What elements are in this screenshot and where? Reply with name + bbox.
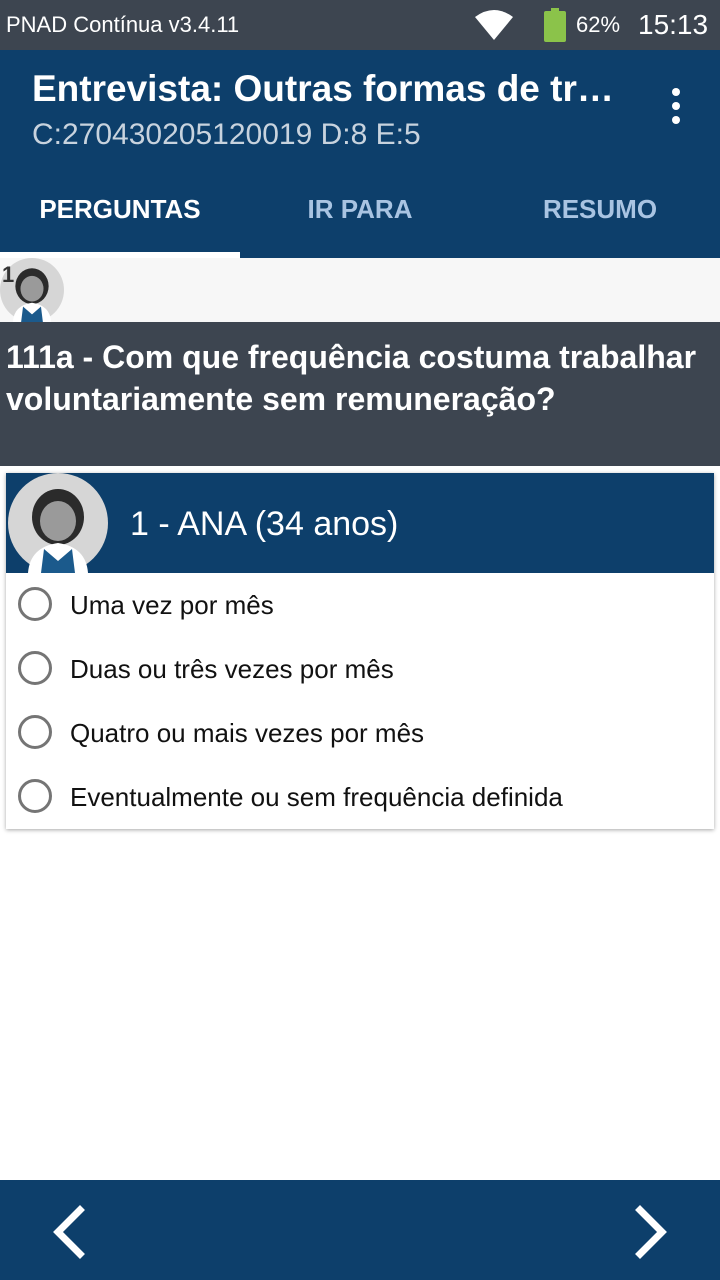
radio-button[interactable] bbox=[18, 715, 52, 749]
respondent-strip: 1 bbox=[0, 258, 720, 322]
status-clock: 15:13 bbox=[638, 9, 709, 40]
battery-percent: 62% bbox=[576, 12, 621, 37]
respondent-header: 1 - ANA (34 anos) bbox=[6, 473, 714, 573]
respondent-number: 1 bbox=[2, 262, 15, 287]
option-duas-ou-tres[interactable]: Duas ou três vezes por mês bbox=[6, 638, 714, 702]
option-label: Uma vez por mês bbox=[70, 590, 274, 620]
previous-chevron-icon[interactable] bbox=[42, 1202, 102, 1262]
answer-card: 1 - ANA (34 anos) Uma vez por mês Duas o… bbox=[6, 473, 714, 829]
next-chevron-icon[interactable] bbox=[618, 1202, 678, 1262]
tab-resumo[interactable]: RESUMO bbox=[480, 160, 720, 258]
radio-button[interactable] bbox=[18, 587, 52, 621]
person-avatar-icon bbox=[8, 473, 108, 573]
tab-ir-para[interactable]: IR PARA bbox=[240, 160, 480, 258]
page-title: Entrevista: Outras formas de tr… bbox=[32, 68, 614, 109]
question-text: 111a - Com que frequência costuma trabal… bbox=[6, 339, 697, 417]
respondent-name: 1 - ANA (34 anos) bbox=[130, 505, 399, 543]
tab-perguntas[interactable]: PERGUNTAS bbox=[0, 160, 240, 258]
battery-icon bbox=[544, 8, 566, 42]
radio-button[interactable] bbox=[18, 779, 52, 813]
option-label: Quatro ou mais vezes por mês bbox=[70, 718, 425, 748]
interview-code: C:270430205120019 D:8 E:5 bbox=[32, 118, 421, 151]
option-label: Eventualmente ou sem frequência definida bbox=[70, 782, 563, 812]
option-label: Duas ou três vezes por mês bbox=[70, 654, 394, 684]
bottom-nav-bar bbox=[0, 1180, 720, 1280]
status-bar: PNAD Contínua v3.4.11 62% 15:13 bbox=[0, 0, 720, 50]
tab-bar: PERGUNTAS IR PARA RESUMO bbox=[0, 160, 720, 258]
option-quatro-ou-mais[interactable]: Quatro ou mais vezes por mês bbox=[6, 702, 714, 766]
wifi-icon bbox=[475, 10, 513, 40]
question-header: 111a - Com que frequência costuma trabal… bbox=[0, 322, 720, 466]
app-bar: Entrevista: Outras formas de tr… C:27043… bbox=[0, 50, 720, 160]
radio-button[interactable] bbox=[18, 651, 52, 685]
more-vert-icon[interactable] bbox=[660, 86, 692, 126]
option-uma-vez[interactable]: Uma vez por mês bbox=[6, 574, 714, 638]
status-app-name: PNAD Contínua v3.4.11 bbox=[6, 12, 240, 37]
option-eventualmente[interactable]: Eventualmente ou sem frequência definida bbox=[6, 766, 714, 830]
